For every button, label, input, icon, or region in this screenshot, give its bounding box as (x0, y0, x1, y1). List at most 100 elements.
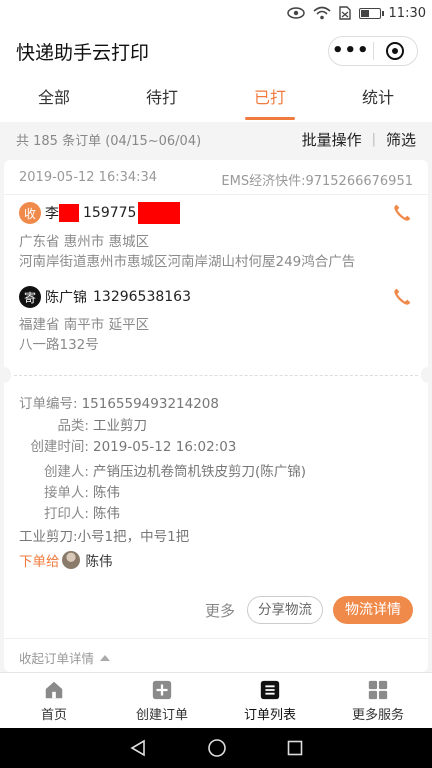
filter-button[interactable]: 筛选 (386, 129, 416, 150)
order-actions: 更多 分享物流 物流详情 (205, 596, 413, 624)
actions-divider: | (371, 131, 376, 147)
ticket-notch-right (421, 367, 428, 383)
receiver-street-address: 河南岸街道惠州市惠城区河南岸湖山村何屋249鸿合广告 (19, 254, 356, 270)
sender-address: 福建省 南平市 延平区 八一路132号 (19, 315, 413, 355)
more-button[interactable]: 更多 (205, 600, 235, 621)
nav-create-order[interactable]: 创建订单 (108, 673, 216, 728)
list-icon (260, 680, 280, 699)
tab-printed[interactable]: 已打 (216, 76, 324, 122)
avatar (61, 551, 80, 569)
nav-create-order-label: 创建订单 (135, 707, 188, 723)
sender-phone: 13296538163 (93, 289, 191, 305)
detail-value: 陈伟 (93, 485, 120, 501)
detail-key: 创建人: (43, 464, 89, 480)
sender-badge: 寄 (19, 286, 41, 308)
assigned-to: 下单给 陈伟 (19, 550, 113, 570)
detail-receiver: 接单人: 陈伟 (19, 483, 306, 504)
order-count: 共 185 条订单 (04/15~06/04) (16, 133, 202, 149)
receiver-address: 广东省 惠州市 惠城区 河南岸街道惠州市惠城区河南岸湖山村何屋249鸿合广告 (19, 232, 413, 272)
detail-key: 品类: (57, 418, 89, 434)
sender-street-address: 八一路132号 (19, 337, 99, 353)
battery-icon (358, 7, 384, 19)
back-icon[interactable] (129, 739, 147, 757)
detail-printer: 打印人: 陈伟 (19, 504, 306, 525)
detail-value: 2019-05-12 16:02:03 (93, 439, 237, 455)
nav-home[interactable]: 首页 (0, 673, 108, 728)
redaction-block (59, 204, 79, 222)
batch-operation-button[interactable]: 批量操作 (302, 129, 362, 150)
detail-key: 创建时间: (30, 439, 89, 455)
detail-created-time: 创建时间: 2019-05-12 16:02:03 (19, 437, 306, 458)
receiver-badge: 收 (19, 202, 41, 224)
order-card-header: 2019-05-12 16:34:34 EMS经济快件:971526667695… (19, 170, 413, 189)
item-note-text: 工业剪刀:小号1把，中号1把 (19, 529, 190, 545)
more-menu-button[interactable]: ••• (329, 37, 373, 65)
close-mini-program-button[interactable] (374, 37, 418, 65)
nav-order-list[interactable]: 订单列表 (216, 673, 324, 728)
plus-square-icon (152, 680, 172, 699)
order-details: 订单编号: 1516559493214208 品类: 工业剪刀 创建时间: 2019-… (19, 394, 306, 548)
recent-apps-icon[interactable] (287, 740, 303, 756)
ticket-notch-left (4, 367, 11, 383)
status-time: 11:30 (388, 5, 426, 21)
detail-creator: 创建人: 产销压边机卷筒机铁皮剪刀(陈广锦) (19, 462, 306, 483)
nav-home-label: 首页 (40, 707, 67, 723)
detail-value: 1516559493214208 (81, 396, 219, 412)
status-bar: 11:30 (0, 0, 432, 26)
order-card: 2019-05-12 16:34:34 EMS经济快件:971526667695… (4, 160, 428, 672)
share-logistics-button[interactable]: 分享物流 (247, 596, 323, 624)
receiver-province-city: 广东省 惠州市 惠城区 (19, 234, 150, 250)
wifi-icon (313, 6, 331, 20)
order-tabs: 全部 待打 已打 统计 (0, 76, 432, 122)
sender-name: 陈广锦 (45, 290, 87, 306)
home-icon (45, 681, 63, 698)
title-bar: 快递助手云打印 ••• (0, 26, 432, 76)
bottom-navigation: 首页 创建订单 订单列表 更多服务 (0, 672, 432, 728)
home-circle-icon[interactable] (207, 738, 227, 758)
sender-province-city: 福建省 南平市 延平区 (19, 317, 150, 333)
detail-key: 打印人: (43, 506, 89, 522)
header-divider (4, 194, 428, 195)
phone-icon[interactable] (391, 286, 413, 308)
tab-statistics[interactable]: 统计 (324, 76, 432, 122)
detail-value: 产销压边机卷筒机铁皮剪刀(陈广锦) (93, 464, 307, 480)
more-dots-icon: ••• (331, 40, 370, 61)
footer-divider (4, 638, 428, 639)
item-note: 工业剪刀:小号1把，中号1把 (19, 527, 306, 548)
assignee-name: 陈伟 (85, 554, 113, 570)
waybill-number: EMS经济快件:9715266676951 (221, 174, 413, 189)
logistics-details-button[interactable]: 物流详情 (333, 596, 413, 624)
caret-up-icon (100, 654, 111, 661)
order-summary-bar: 共 185 条订单 (04/15~06/04) 批量操作 | 筛选 (0, 122, 432, 156)
sender-contact: 寄 陈广锦 13296538163 (19, 286, 413, 308)
detail-value: 工业剪刀 (93, 418, 147, 434)
collapse-order-details-button[interactable]: 收起订单详情 (19, 648, 111, 667)
redaction-block (138, 202, 181, 224)
app-title: 快递助手云打印 (16, 41, 150, 64)
receiver-phone: 159775 (83, 205, 137, 221)
system-navigation-bar (0, 728, 432, 768)
detail-order-number: 订单编号: 1516559493214208 (19, 394, 306, 415)
no-sim-icon (338, 6, 351, 20)
mini-program-capsule: ••• (328, 36, 418, 66)
collapse-label: 收起订单详情 (19, 651, 95, 666)
grid-icon (368, 680, 388, 699)
tab-pending[interactable]: 待打 (108, 76, 216, 122)
detail-value: 陈伟 (93, 506, 120, 522)
phone-icon[interactable] (391, 202, 413, 224)
target-icon (386, 42, 405, 60)
receiver-name: 李 (45, 206, 59, 222)
eye-icon (286, 7, 305, 19)
detail-key: 订单编号: (19, 396, 78, 412)
assign-label: 下单给 (19, 554, 60, 570)
nav-more-services[interactable]: 更多服务 (324, 673, 432, 728)
order-created-at: 2019-05-12 16:34:34 (19, 170, 158, 185)
tab-all[interactable]: 全部 (0, 76, 108, 122)
receiver-contact: 收 李 159775 (19, 202, 413, 224)
summary-actions: 批量操作 | 筛选 (302, 129, 416, 150)
dashed-divider (14, 375, 418, 376)
detail-category: 品类: 工业剪刀 (19, 416, 306, 437)
nav-order-list-label: 订单列表 (243, 707, 296, 723)
nav-more-services-label: 更多服务 (351, 707, 404, 723)
detail-key: 接单人: (43, 485, 89, 501)
